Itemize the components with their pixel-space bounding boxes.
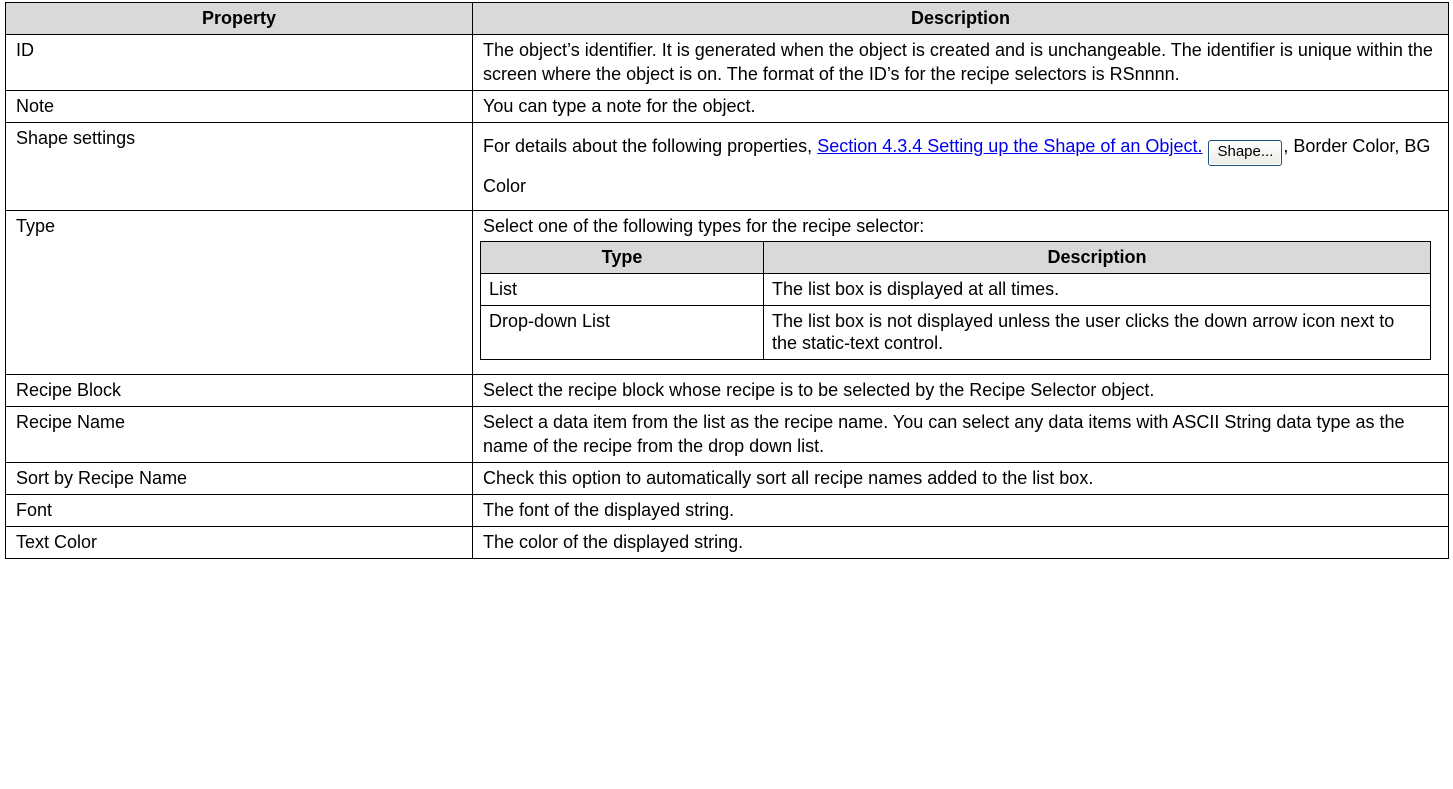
subtable-header-row: Type Description [480,241,1431,274]
description-cell: Check this option to automatically sort … [472,462,1449,495]
property-cell: Recipe Name [5,406,473,463]
property-table: Property Description ID The object’s ide… [5,2,1449,559]
subtable-row: List The list box is displayed at all ti… [480,273,1431,306]
subtable-header-type: Type [480,241,764,274]
property-cell: Sort by Recipe Name [5,462,473,495]
property-cell: Font [5,494,473,527]
type-intro-text: Select one of the following types for th… [483,216,925,236]
description-cell: The font of the displayed string. [472,494,1449,527]
property-cell: Recipe Block [5,374,473,407]
property-cell: Note [5,90,473,123]
table-header-row: Property Description [5,2,1449,35]
description-cell: The object’s identifier. It is generated… [472,34,1449,91]
subtable-description-cell: The list box is not displayed unless the… [763,305,1431,360]
table-row: Sort by Recipe Name Check this option to… [5,462,1449,495]
table-row: Type Select one of the following types f… [5,210,1449,375]
property-cell: Type [5,210,473,375]
section-link[interactable]: Section 4.3.4 Setting up the Shape of an… [817,136,1202,156]
description-cell: The color of the displayed string. [472,526,1449,559]
subtable-header-description: Description [763,241,1431,274]
table-row: Recipe Block Select the recipe block who… [5,374,1449,407]
description-cell: Select one of the following types for th… [472,210,1449,375]
subtable-description-cell: The list box is displayed at all times. [763,273,1431,306]
subtable-type-cell: List [480,273,764,306]
table-row: Text Color The color of the displayed st… [5,526,1449,559]
table-row: ID The object’s identifier. It is genera… [5,34,1449,91]
column-header-property: Property [5,2,473,35]
subtable-row: Drop-down List The list box is not displ… [480,305,1431,360]
description-cell: For details about the following properti… [472,122,1449,211]
column-header-description: Description [472,2,1449,35]
subtable-type-cell: Drop-down List [480,305,764,360]
description-prefix: For details about the following properti… [483,136,818,156]
description-cell: Select a data item from the list as the … [472,406,1449,463]
table-row: Recipe Name Select a data item from the … [5,406,1449,463]
property-cell: Shape settings [5,122,473,211]
description-cell: Select the recipe block whose recipe is … [472,374,1449,407]
table-row: Font The font of the displayed string. [5,494,1449,527]
property-cell: ID [5,34,473,91]
table-row: Shape settings For details about the fol… [5,122,1449,211]
type-subtable: Type Description List The list box is di… [480,241,1431,360]
property-cell: Text Color [5,526,473,559]
description-cell: You can type a note for the object. [472,90,1449,123]
table-row: Note You can type a note for the object. [5,90,1449,123]
shape-button[interactable]: Shape... [1208,140,1283,166]
